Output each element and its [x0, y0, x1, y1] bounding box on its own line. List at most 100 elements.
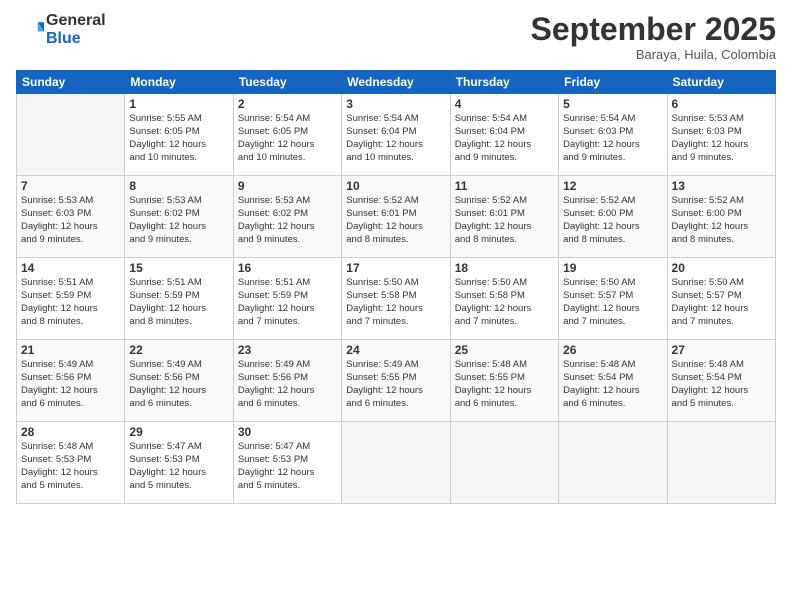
day-detail: Sunrise: 5:51 AMSunset: 5:59 PMDaylight:…	[21, 277, 120, 328]
day-detail: Sunrise: 5:53 AMSunset: 6:02 PMDaylight:…	[238, 195, 337, 246]
day-detail: Sunrise: 5:49 AMSunset: 5:56 PMDaylight:…	[21, 359, 120, 410]
day-number: 8	[129, 179, 228, 193]
location: Baraya, Huila, Colombia	[531, 47, 776, 62]
day-number: 25	[455, 343, 554, 357]
calendar-cell: 23Sunrise: 5:49 AMSunset: 5:56 PMDayligh…	[233, 340, 341, 422]
day-number: 15	[129, 261, 228, 275]
day-detail: Sunrise: 5:47 AMSunset: 5:53 PMDaylight:…	[238, 441, 337, 492]
calendar-cell	[342, 422, 450, 504]
day-detail: Sunrise: 5:54 AMSunset: 6:04 PMDaylight:…	[455, 113, 554, 164]
day-number: 13	[672, 179, 771, 193]
day-number: 17	[346, 261, 445, 275]
calendar-page: General Blue September 2025 Baraya, Huil…	[0, 0, 792, 612]
logo: General Blue	[16, 12, 106, 47]
day-number: 22	[129, 343, 228, 357]
day-number: 16	[238, 261, 337, 275]
calendar-header: SundayMondayTuesdayWednesdayThursdayFrid…	[17, 71, 776, 94]
day-detail: Sunrise: 5:53 AMSunset: 6:02 PMDaylight:…	[129, 195, 228, 246]
calendar-cell: 24 Sunrise: 5:49 AMSunset: 5:55 PMDayligh…	[342, 340, 450, 422]
day-number: 6	[672, 97, 771, 111]
calendar-cell: 29 Sunrise: 5:47 AMSunset: 5:53 PMDayligh…	[125, 422, 233, 504]
calendar-cell: 10Sunrise: 5:52 AMSunset: 6:01 PMDayligh…	[342, 176, 450, 258]
calendar-cell: 28 Sunrise: 5:48 AMSunset: 5:53 PMDayligh…	[17, 422, 125, 504]
day-detail: Sunrise: 5:47 AMSunset: 5:53 PMDaylight:…	[129, 441, 228, 492]
month-title: September 2025	[531, 12, 776, 47]
weekday-header: Thursday	[450, 71, 558, 94]
day-detail: Sunrise: 5:53 AMSunset: 6:03 PMDaylight:…	[21, 195, 120, 246]
day-number: 30	[238, 425, 337, 439]
day-detail: Sunrise: 5:50 AMSunset: 5:58 PMDaylight:…	[455, 277, 554, 328]
calendar-cell: 26Sunrise: 5:48 AMSunset: 5:54 PMDayligh…	[559, 340, 667, 422]
day-detail: Sunrise: 5:48 AMSunset: 5:53 PMDaylight:…	[21, 441, 120, 492]
day-detail: Sunrise: 5:48 AMSunset: 5:55 PMDaylight:…	[455, 359, 554, 410]
weekday-row: SundayMondayTuesdayWednesdayThursdayFrid…	[17, 71, 776, 94]
day-detail: Sunrise: 5:54 AMSunset: 6:03 PMDaylight:…	[563, 113, 662, 164]
calendar-cell: 12 Sunrise: 5:52 AMSunset: 6:00 PMDayligh…	[559, 176, 667, 258]
day-detail: Sunrise: 5:48 AMSunset: 5:54 PMDaylight:…	[563, 359, 662, 410]
day-number: 1	[129, 97, 228, 111]
day-detail: Sunrise: 5:54 AMSunset: 6:05 PMDaylight:…	[238, 113, 337, 164]
calendar-cell	[559, 422, 667, 504]
calendar-cell: 8 Sunrise: 5:53 AMSunset: 6:02 PMDaylight…	[125, 176, 233, 258]
day-detail: Sunrise: 5:49 AMSunset: 5:55 PMDaylight:…	[346, 359, 445, 410]
day-detail: Sunrise: 5:52 AMSunset: 6:01 PMDaylight:…	[346, 195, 445, 246]
day-detail: Sunrise: 5:52 AMSunset: 6:00 PMDaylight:…	[563, 195, 662, 246]
calendar-cell: 6 Sunrise: 5:53 AMSunset: 6:03 PMDaylight…	[667, 94, 775, 176]
weekday-header: Wednesday	[342, 71, 450, 94]
day-number: 23	[238, 343, 337, 357]
calendar-cell: 18 Sunrise: 5:50 AMSunset: 5:58 PMDayligh…	[450, 258, 558, 340]
day-number: 28	[21, 425, 120, 439]
day-detail: Sunrise: 5:52 AMSunset: 6:01 PMDaylight:…	[455, 195, 554, 246]
day-number: 2	[238, 97, 337, 111]
day-number: 7	[21, 179, 120, 193]
day-number: 29	[129, 425, 228, 439]
calendar-cell: 17Sunrise: 5:50 AMSunset: 5:58 PMDayligh…	[342, 258, 450, 340]
calendar-cell	[667, 422, 775, 504]
day-detail: Sunrise: 5:55 AMSunset: 6:05 PMDaylight:…	[129, 113, 228, 164]
calendar-table: SundayMondayTuesdayWednesdayThursdayFrid…	[16, 70, 776, 504]
calendar-cell: 2 Sunrise: 5:54 AMSunset: 6:05 PMDaylight…	[233, 94, 341, 176]
day-number: 24	[346, 343, 445, 357]
calendar-cell	[450, 422, 558, 504]
day-number: 18	[455, 261, 554, 275]
calendar-cell: 22 Sunrise: 5:49 AMSunset: 5:56 PMDayligh…	[125, 340, 233, 422]
logo-icon	[16, 16, 44, 44]
day-number: 19	[563, 261, 662, 275]
calendar-cell: 7 Sunrise: 5:53 AMSunset: 6:03 PMDaylight…	[17, 176, 125, 258]
day-detail: Sunrise: 5:49 AMSunset: 5:56 PMDaylight:…	[129, 359, 228, 410]
calendar-week-row: 28 Sunrise: 5:48 AMSunset: 5:53 PMDayligh…	[17, 422, 776, 504]
calendar-cell: 4 Sunrise: 5:54 AMSunset: 6:04 PMDaylight…	[450, 94, 558, 176]
calendar-cell: 25 Sunrise: 5:48 AMSunset: 5:55 PMDayligh…	[450, 340, 558, 422]
calendar-cell: 15 Sunrise: 5:51 AMSunset: 5:59 PMDayligh…	[125, 258, 233, 340]
weekday-header: Saturday	[667, 71, 775, 94]
day-number: 3	[346, 97, 445, 111]
calendar-cell: 30 Sunrise: 5:47 AMSunset: 5:53 PMDayligh…	[233, 422, 341, 504]
calendar-cell: 20Sunrise: 5:50 AMSunset: 5:57 PMDayligh…	[667, 258, 775, 340]
calendar-cell: 3 Sunrise: 5:54 AMSunset: 6:04 PMDaylight…	[342, 94, 450, 176]
calendar-cell: 9Sunrise: 5:53 AMSunset: 6:02 PMDaylight…	[233, 176, 341, 258]
day-detail: Sunrise: 5:51 AMSunset: 5:59 PMDaylight:…	[238, 277, 337, 328]
logo-blue-text: Blue	[46, 30, 81, 47]
weekday-header: Monday	[125, 71, 233, 94]
calendar-week-row: 14 Sunrise: 5:51 AMSunset: 5:59 PMDayligh…	[17, 258, 776, 340]
calendar-cell: 19 Sunrise: 5:50 AMSunset: 5:57 PMDayligh…	[559, 258, 667, 340]
day-number: 5	[563, 97, 662, 111]
weekday-header: Sunday	[17, 71, 125, 94]
day-detail: Sunrise: 5:50 AMSunset: 5:57 PMDaylight:…	[563, 277, 662, 328]
day-number: 21	[21, 343, 120, 357]
calendar-cell: 21 Sunrise: 5:49 AMSunset: 5:56 PMDayligh…	[17, 340, 125, 422]
calendar-cell: 1 Sunrise: 5:55 AMSunset: 6:05 PMDaylight…	[125, 94, 233, 176]
title-block: September 2025 Baraya, Huila, Colombia	[531, 12, 776, 62]
day-detail: Sunrise: 5:54 AMSunset: 6:04 PMDaylight:…	[346, 113, 445, 164]
day-detail: Sunrise: 5:53 AMSunset: 6:03 PMDaylight:…	[672, 113, 771, 164]
day-detail: Sunrise: 5:51 AMSunset: 5:59 PMDaylight:…	[129, 277, 228, 328]
day-number: 4	[455, 97, 554, 111]
day-number: 14	[21, 261, 120, 275]
calendar-body: 1 Sunrise: 5:55 AMSunset: 6:05 PMDaylight…	[17, 94, 776, 504]
header: General Blue September 2025 Baraya, Huil…	[16, 12, 776, 62]
calendar-cell	[17, 94, 125, 176]
calendar-cell: 13Sunrise: 5:52 AMSunset: 6:00 PMDayligh…	[667, 176, 775, 258]
day-number: 12	[563, 179, 662, 193]
calendar-cell: 5 Sunrise: 5:54 AMSunset: 6:03 PMDaylight…	[559, 94, 667, 176]
calendar-cell: 16 Sunrise: 5:51 AMSunset: 5:59 PMDayligh…	[233, 258, 341, 340]
